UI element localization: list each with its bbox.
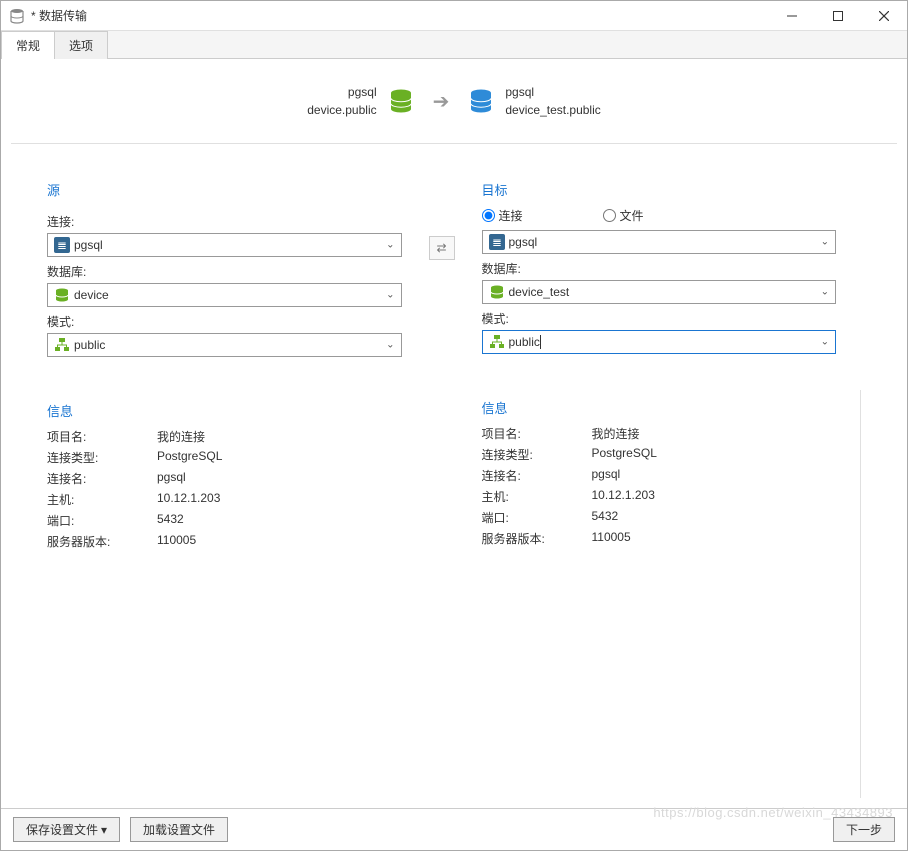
info-value: PostgreSQL — [157, 449, 402, 466]
swap-column: ⇄ — [426, 180, 458, 798]
source-schema-label: 模式: — [47, 313, 402, 330]
info-label: 端口: — [482, 509, 592, 526]
target-database-value: device_test — [509, 285, 570, 299]
target-radio-connection[interactable]: 连接 — [482, 207, 523, 224]
minimize-button[interactable] — [769, 1, 815, 31]
target-schema-label: 模式: — [482, 310, 837, 327]
info-value: 我的连接 — [157, 428, 402, 445]
source-connection-value: pgsql — [74, 238, 103, 252]
transfer-summary: pgsql device.public ➔ pgsql device_test.… — [11, 59, 897, 144]
summary-dst-path: device_test.public — [505, 101, 600, 119]
target-connection-select[interactable]: 𝌆 pgsql ⌄ — [482, 230, 837, 254]
source-info: 信息 项目名:我的连接 连接类型:PostgreSQL 连接名:pgsql 主机… — [47, 401, 402, 550]
postgresql-icon: 𝌆 — [54, 237, 70, 253]
swap-button[interactable]: ⇄ — [429, 236, 455, 260]
info-label: 端口: — [47, 512, 157, 529]
info-label: 连接名: — [482, 467, 592, 484]
radio-label: 连接 — [499, 207, 523, 224]
database-icon — [9, 8, 25, 24]
maximize-button[interactable] — [815, 1, 861, 31]
schema-icon — [489, 334, 505, 350]
arrow-right-icon: ➔ — [433, 89, 450, 114]
info-label: 服务器版本: — [47, 533, 157, 550]
database-icon — [489, 284, 505, 300]
source-connection-select[interactable]: 𝌆 pgsql ⌄ — [47, 233, 402, 257]
target-database-select[interactable]: device_test ⌄ — [482, 280, 837, 304]
target-info-title: 信息 — [482, 398, 837, 417]
info-label: 项目名: — [47, 428, 157, 445]
info-value: 5432 — [157, 512, 402, 529]
source-connection-label: 连接: — [47, 213, 402, 230]
chevron-down-icon: ▾ — [101, 823, 107, 837]
info-label: 连接名: — [47, 470, 157, 487]
info-value: 110005 — [157, 533, 402, 550]
window-title: * 数据传输 — [1, 7, 769, 24]
info-value: 10.12.1.203 — [592, 488, 837, 505]
target-radio-file[interactable]: 文件 — [603, 207, 644, 224]
postgresql-icon: 𝌆 — [489, 234, 505, 250]
chevron-down-icon: ⌄ — [386, 240, 394, 251]
info-label: 连接类型: — [47, 449, 157, 466]
chevron-down-icon: ⌄ — [386, 290, 394, 301]
source-database-value: device — [74, 288, 109, 302]
button-label: 保存设置文件 — [26, 821, 98, 838]
chevron-down-icon: ⌄ — [386, 340, 394, 351]
info-value: pgsql — [157, 470, 402, 487]
database-source-icon — [387, 87, 415, 115]
target-database-label: 数据库: — [482, 260, 837, 277]
source-database-select[interactable]: device ⌄ — [47, 283, 402, 307]
source-schema-value: public — [74, 338, 105, 352]
target-schema-select[interactable]: public ⌄ — [482, 330, 837, 354]
info-value: PostgreSQL — [592, 446, 837, 463]
source-database-label: 数据库: — [47, 263, 402, 280]
info-value: 10.12.1.203 — [157, 491, 402, 508]
source-title: 源 — [47, 180, 402, 199]
chevron-down-icon: ⌄ — [821, 237, 829, 248]
svg-text:𝌆: 𝌆 — [58, 241, 67, 252]
target-connection-value: pgsql — [509, 235, 538, 249]
summary-src-name: pgsql — [307, 83, 376, 101]
info-label: 连接类型: — [482, 446, 592, 463]
save-profile-button[interactable]: 保存设置文件 ▾ — [13, 817, 120, 842]
chevron-down-icon: ⌄ — [821, 287, 829, 298]
close-button[interactable] — [861, 1, 907, 31]
info-value: 5432 — [592, 509, 837, 526]
svg-text:𝌆: 𝌆 — [492, 238, 501, 249]
info-value: 110005 — [592, 530, 837, 547]
chevron-down-icon: ⌄ — [821, 337, 829, 348]
source-panel: 源 连接: 𝌆 pgsql ⌄ 数据库: device ⌄ 模式: public… — [47, 180, 402, 798]
next-button[interactable]: 下一步 — [833, 817, 895, 842]
target-info: 信息 项目名:我的连接 连接类型:PostgreSQL 连接名:pgsql 主机… — [482, 398, 837, 547]
summary-dst-name: pgsql — [505, 83, 600, 101]
window-title-text: * 数据传输 — [31, 7, 87, 24]
database-icon — [54, 287, 70, 303]
source-schema-select[interactable]: public ⌄ — [47, 333, 402, 357]
database-target-icon — [467, 87, 495, 115]
summary-src-path: device.public — [307, 101, 376, 119]
info-value: 我的连接 — [592, 425, 837, 442]
tab-bar: 常规 选项 — [1, 31, 907, 59]
titlebar: * 数据传输 — [1, 1, 907, 31]
schema-icon — [54, 337, 70, 353]
info-label: 主机: — [482, 488, 592, 505]
target-title: 目标 — [482, 180, 837, 199]
info-label: 主机: — [47, 491, 157, 508]
info-value: pgsql — [592, 467, 837, 484]
info-label: 服务器版本: — [482, 530, 592, 547]
info-label: 项目名: — [482, 425, 592, 442]
source-info-title: 信息 — [47, 401, 402, 420]
footer: 保存设置文件 ▾ 加载设置文件 下一步 — [1, 808, 907, 850]
vertical-divider — [860, 390, 861, 798]
window-controls — [769, 1, 907, 31]
tab-general[interactable]: 常规 — [1, 31, 55, 59]
target-schema-value: public — [509, 335, 540, 349]
radio-label: 文件 — [620, 207, 644, 224]
load-profile-button[interactable]: 加载设置文件 — [130, 817, 228, 842]
target-panel: 目标 连接 文件 𝌆 pgsql ⌄ 数据库: device_test ⌄ 模式… — [482, 180, 837, 798]
tab-options[interactable]: 选项 — [55, 31, 108, 59]
